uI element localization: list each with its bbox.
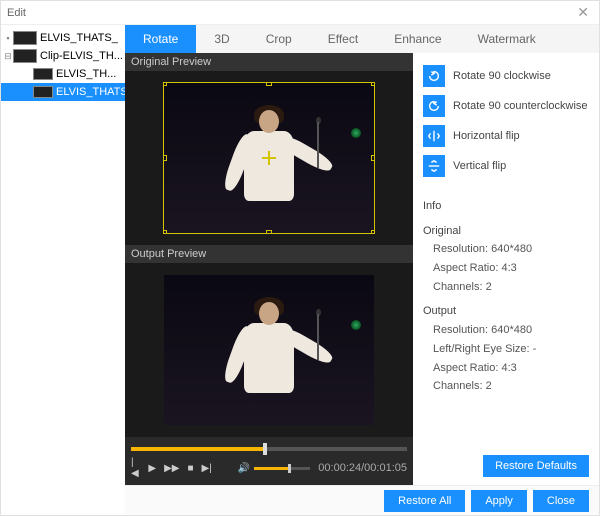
titlebar: Edit ✕ (1, 1, 599, 25)
info-row: Channels: 2 (423, 278, 589, 297)
timeline-progress (131, 447, 263, 451)
transport-controls: |◀ ▶ ▶▶ ■ ▶| 🔊 (131, 457, 407, 479)
crop-handle[interactable] (266, 83, 272, 86)
clip-thumb (13, 31, 37, 45)
collapse-icon[interactable]: ▪ (3, 33, 13, 43)
info-row: Resolution: 640*480 (423, 321, 589, 340)
info-row: Aspect Ratio: 4:3 (423, 359, 589, 378)
hflip-button[interactable]: Horizontal flip (423, 125, 589, 147)
center-crosshair-icon[interactable] (262, 151, 276, 165)
tab-enhance[interactable]: Enhance (376, 25, 459, 53)
original-preview-label: Original Preview (125, 53, 413, 71)
info-original-title: Original (423, 222, 589, 241)
volume-control: 🔊 (238, 463, 310, 474)
performer (227, 110, 311, 227)
next-icon[interactable]: ▶| (202, 463, 212, 474)
restore-defaults-button[interactable]: Restore Defaults (483, 455, 589, 477)
tree-item-label: ELVIS_TH... (56, 68, 116, 80)
footer-buttons: Restore All Apply Close (125, 485, 599, 515)
tree-item[interactable]: ELVIS_THATS_ (1, 83, 125, 101)
rotate-ccw-icon (423, 95, 445, 117)
tab-crop[interactable]: Crop (248, 25, 310, 53)
time-display: 00:00:24/00:01:05 (318, 462, 407, 474)
crop-handle[interactable] (371, 230, 374, 233)
crop-handle[interactable] (164, 155, 167, 161)
tree-item-label: ELVIS_THATS_ (56, 86, 125, 98)
info-row: Channels: 2 (423, 377, 589, 396)
vflip-icon (423, 155, 445, 177)
effect-tabs: Rotate 3D Crop Effect Enhance Watermark (125, 25, 599, 53)
tree-item-label: ELVIS_THATS_ (40, 32, 118, 44)
close-button[interactable]: Close (533, 490, 589, 512)
expand-icon[interactable]: ⊟ (3, 51, 13, 62)
crop-handle[interactable] (371, 83, 374, 86)
transport-bar: |◀ ▶ ▶▶ ■ ▶| 🔊 (125, 437, 413, 485)
tab-3d[interactable]: 3D (196, 25, 247, 53)
tab-effect[interactable]: Effect (310, 25, 376, 53)
tree-item[interactable]: ELVIS_TH... (1, 65, 125, 83)
volume-slider[interactable] (254, 467, 310, 470)
info-heading: Info (423, 197, 589, 216)
preview-column: Original Preview (125, 53, 413, 485)
tree-item[interactable]: ▪ ELVIS_THATS_ (1, 29, 125, 47)
rotate-ccw-label: Rotate 90 counterclockwise (453, 100, 588, 112)
timeline-knob[interactable] (263, 443, 267, 455)
volume-fill (254, 467, 288, 470)
edit-window: Edit ✕ ▪ ELVIS_THATS_ ⊟ Clip-ELVIS_TH...… (0, 0, 600, 516)
info-row: Left/Right Eye Size: - (423, 340, 589, 359)
info-original: Original Resolution: 640*480 Aspect Rati… (423, 222, 589, 297)
tab-rotate[interactable]: Rotate (125, 25, 196, 53)
tab-watermark[interactable]: Watermark (460, 25, 554, 53)
restore-all-button[interactable]: Restore All (384, 490, 465, 512)
vflip-button[interactable]: Vertical flip (423, 155, 589, 177)
hflip-label: Horizontal flip (453, 130, 520, 142)
info-output-title: Output (423, 302, 589, 321)
main-panel: Rotate 3D Crop Effect Enhance Watermark … (125, 25, 599, 515)
side-panel: Rotate 90 clockwise Rotate 90 counterclo… (413, 53, 599, 485)
tree-item[interactable]: ⊟ Clip-ELVIS_TH... (1, 47, 125, 65)
crop-handle[interactable] (164, 83, 167, 86)
prev-icon[interactable]: |◀ (131, 457, 140, 479)
clip-thumb (13, 49, 37, 63)
rotate-cw-icon (423, 65, 445, 87)
clip-thumb (33, 68, 53, 80)
apply-button[interactable]: Apply (471, 490, 527, 512)
rotate-cw-button[interactable]: Rotate 90 clockwise (423, 65, 589, 87)
window-body: ▪ ELVIS_THATS_ ⊟ Clip-ELVIS_TH... ELVIS_… (1, 25, 599, 515)
tree-item-label: Clip-ELVIS_TH... (40, 50, 123, 62)
stop-icon[interactable]: ■ (188, 463, 194, 474)
output-preview (125, 263, 413, 437)
output-preview-label: Output Preview (125, 245, 413, 263)
rotate-ccw-button[interactable]: Rotate 90 counterclockwise (423, 95, 589, 117)
clip-thumb (33, 86, 53, 98)
crop-handle[interactable] (164, 230, 167, 233)
info-output: Output Resolution: 640*480 Left/Right Ey… (423, 302, 589, 395)
volume-icon[interactable]: 🔊 (238, 463, 250, 474)
performer (227, 302, 311, 419)
vflip-label: Vertical flip (453, 160, 506, 172)
info-row: Aspect Ratio: 4:3 (423, 259, 589, 278)
rotate-cw-label: Rotate 90 clockwise (453, 70, 551, 82)
hflip-icon (423, 125, 445, 147)
crop-handle[interactable] (371, 155, 374, 161)
play-icon[interactable]: ▶ (148, 463, 156, 474)
info-row: Resolution: 640*480 (423, 240, 589, 259)
window-title: Edit (7, 7, 573, 19)
crop-handle[interactable] (266, 230, 272, 233)
content-area: Original Preview (125, 53, 599, 485)
crop-box[interactable] (164, 83, 374, 233)
output-frame (164, 275, 374, 425)
original-preview[interactable] (125, 71, 413, 245)
ffwd-icon[interactable]: ▶▶ (164, 463, 179, 474)
clip-tree: ▪ ELVIS_THATS_ ⊟ Clip-ELVIS_TH... ELVIS_… (1, 25, 125, 515)
close-icon[interactable]: ✕ (573, 4, 593, 21)
volume-knob[interactable] (288, 464, 291, 473)
timeline-slider[interactable] (131, 447, 407, 451)
info-panel: Info Original Resolution: 640*480 Aspect… (423, 197, 589, 396)
